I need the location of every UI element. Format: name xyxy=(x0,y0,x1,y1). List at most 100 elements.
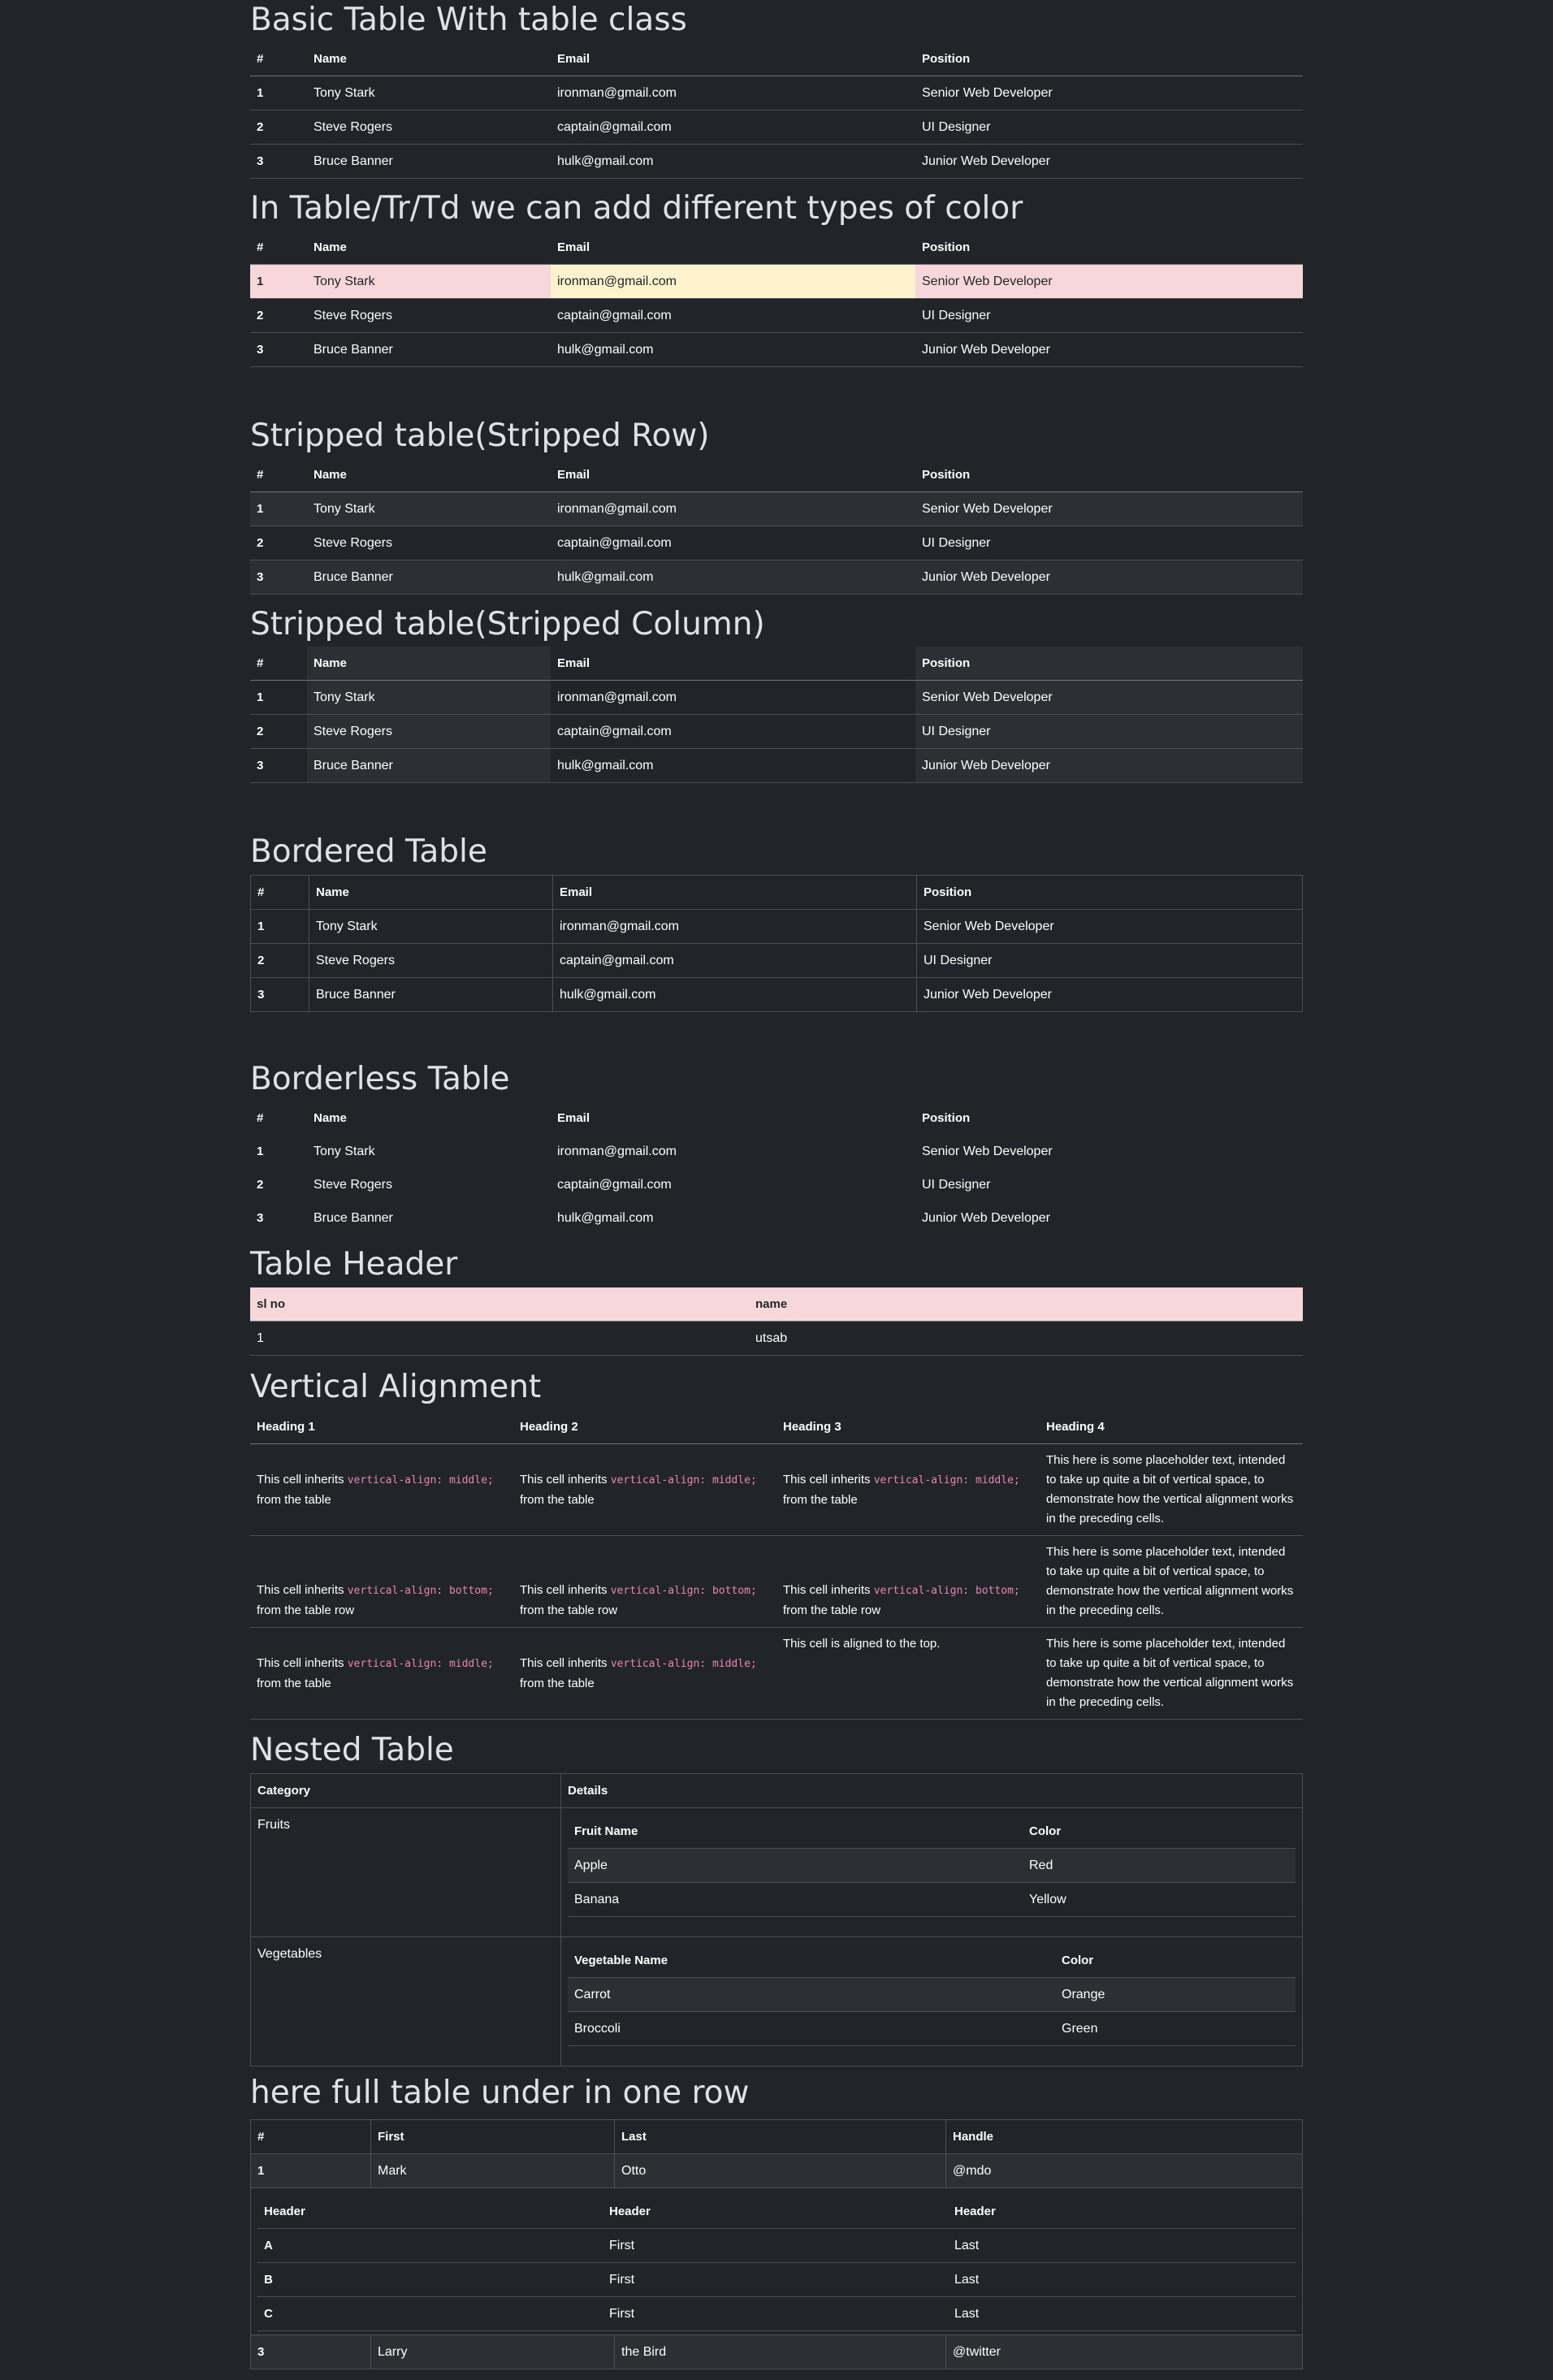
table-row: 1 Tony Stark ironman@gmail.com Senior Web D… xyxy=(250,491,1303,526)
cell-name: Steve Rogers xyxy=(314,536,392,550)
full-inner-table: Header Header Header A First Last B First La… xyxy=(257,2195,1296,2331)
cell-details: Vegetable Name Color Carrot Orange Broccol… xyxy=(560,1936,1303,2066)
col-name: name xyxy=(749,1287,1303,1322)
table-row: 2 Steve Rogers captain@gmail.com UI Designe… xyxy=(250,110,1303,145)
cell-id: 2 xyxy=(257,1178,264,1192)
table-header-row: # Name Email Position xyxy=(250,42,1303,76)
cell-name: Steve Rogers xyxy=(314,120,392,134)
table-row: 1 Tony Stark ironman@gmail.com Senior Web D… xyxy=(250,1135,1303,1168)
table-row: 1 Tony Stark ironman@gmail.com Senior Web D… xyxy=(250,76,1303,110)
cell-position: UI Designer xyxy=(916,943,1303,978)
cell-bottom: This cell inherits vertical-align: botto… xyxy=(257,1583,494,1617)
col-email: Email xyxy=(557,656,590,670)
col-handle: Handle xyxy=(945,2119,1303,2154)
col-position: Position xyxy=(922,468,971,482)
basic-table: # Name Email Position 1 Tony Stark ironman… xyxy=(250,42,1303,179)
col-header: Header xyxy=(609,2205,651,2218)
fruits-inner-table: Fruit Name Color Apple Red Banana Yellow xyxy=(568,1815,1296,1917)
table-row: A First Last xyxy=(257,2229,1296,2263)
color-table-title: In Table/Tr/Td we can add different type… xyxy=(250,190,1023,227)
cell-email: captain@gmail.com xyxy=(557,725,672,738)
cell-sl-no: 1 xyxy=(257,1331,264,1345)
nested-table: Category Details Fruits Fruit Name Color … xyxy=(250,1773,1303,2066)
table-row-nested: Header Header Header A First Last B First La… xyxy=(250,2187,1303,2335)
cell-middle: This cell inherits vertical-align: middl… xyxy=(783,1472,1020,1507)
table-row: 1 Tony Stark ironman@gmail.com Senior Web D… xyxy=(250,680,1303,715)
table-row: 3 Bruce Banner hulk@gmail.com Junior Web De… xyxy=(250,560,1303,595)
cell-email: hulk@gmail.com xyxy=(557,154,654,168)
cell-first: First xyxy=(609,2307,635,2321)
table-row: 2 Steve Rogers captain@gmail.com UI Designe… xyxy=(250,1168,1303,1201)
cell-color: Red xyxy=(1023,1848,1296,1883)
cell-first: First xyxy=(609,2239,635,2252)
col-name: Name xyxy=(314,52,347,66)
col-position: Position xyxy=(916,875,1303,910)
cell-position: Junior Web Developer xyxy=(922,343,1051,357)
striped-row-table: # Name Email Position 1 Tony Stark ironman… xyxy=(250,458,1303,595)
full-table: # First Last Handle 1 Mark Otto @mdo Hea… xyxy=(250,2119,1303,2369)
table-row: Fruits Fruit Name Color Apple Red Banana Ye… xyxy=(250,1807,1303,1937)
cell-color: Yellow xyxy=(1029,1893,1066,1906)
cell-id: 1 xyxy=(257,86,264,100)
col-sl-no: sl no xyxy=(250,1287,749,1322)
cell-email: hulk@gmail.com xyxy=(551,560,915,595)
cell-name: Bruce Banner xyxy=(314,1211,393,1225)
table-row: 3 Bruce Banner hulk@gmail.com Junior Web De… xyxy=(250,145,1303,179)
cell-email: ironman@gmail.com xyxy=(557,1145,677,1158)
borderless-title: Borderless Table xyxy=(250,1061,510,1097)
header-table: sl no name 1 utsab xyxy=(250,1287,1303,1356)
table-row: Broccoli Green xyxy=(568,2012,1296,2046)
striped-col-table: # Name Email Position 1 Tony Stark ironman… xyxy=(250,647,1303,783)
table-header-row: sl no name xyxy=(250,1287,1303,1322)
nested-wrap: Category Details Fruits Fruit Name Color … xyxy=(250,1773,1303,2066)
cell-position: Senior Web Developer xyxy=(916,909,1303,944)
col-header: Header xyxy=(954,2205,996,2218)
cell-name: Steve Rogers xyxy=(314,1178,392,1192)
cell-id: 2 xyxy=(257,725,264,738)
bordered-wrap: # Name Email Position 1 Tony Stark ironman… xyxy=(250,875,1303,1012)
striped-col-title: Stripped table(Stripped Column) xyxy=(250,606,765,643)
cell-id: 2 xyxy=(257,536,264,550)
cell-id: 2 xyxy=(250,943,309,978)
cell-first: First xyxy=(609,2273,635,2287)
cell-email: hulk@gmail.com xyxy=(557,759,654,772)
cell-placeholder: This here is some placeholder text, inte… xyxy=(1046,1545,1294,1617)
cell-position: UI Designer xyxy=(922,536,991,550)
cell-first: Larry xyxy=(370,2335,615,2369)
cell-id: 3 xyxy=(257,154,264,168)
col-last: Last xyxy=(614,2119,946,2154)
table-header-row: # Name Email Position xyxy=(250,875,1303,910)
cell-email: hulk@gmail.com xyxy=(557,1211,654,1225)
cell-category: Vegetables xyxy=(250,1936,561,2066)
cell-color: Green xyxy=(1062,2022,1098,2036)
cell-id: 1 xyxy=(250,909,309,944)
cell-last: Last xyxy=(954,2273,980,2287)
table-header-row: # Name Email Position xyxy=(250,231,1303,265)
cell-name: Bruce Banner xyxy=(307,748,551,783)
table-row: 3 Bruce Banner hulk@gmail.com Junior Web De… xyxy=(250,977,1303,1012)
cell-middle: This cell inherits vertical-align: middl… xyxy=(257,1472,494,1507)
col-num: # xyxy=(250,875,309,910)
col-position: Position xyxy=(922,52,971,66)
col-heading-3: Heading 3 xyxy=(783,1420,841,1434)
cell-first: Mark xyxy=(370,2153,615,2188)
cell-name: Tony Stark xyxy=(314,1145,375,1158)
bordered-title: Bordered Table xyxy=(250,833,487,870)
table-row: This cell inherits vertical-align: botto… xyxy=(250,1536,1303,1628)
cell-name: Steve Rogers xyxy=(307,714,551,749)
cell-last: Last xyxy=(954,2307,980,2321)
col-num: # xyxy=(257,1111,264,1125)
col-name: Name xyxy=(307,647,551,681)
cell-details: Fruit Name Color Apple Red Banana Yellow xyxy=(560,1807,1303,1937)
col-details: Details xyxy=(560,1773,1303,1808)
borderless-table: # Name Email Position 1 Tony Stark ironman… xyxy=(250,1101,1303,1235)
cell-id: 3 xyxy=(257,759,264,772)
color-table-wrap: # Name Email Position 1 Tony Stark ironman… xyxy=(250,231,1303,367)
color-table: # Name Email Position 1 Tony Stark ironman… xyxy=(250,231,1303,367)
col-name: Name xyxy=(314,1111,347,1125)
full-title: here full table under in one row xyxy=(250,2075,750,2111)
cell-fruit: Banana xyxy=(574,1893,620,1906)
col-email: Email xyxy=(552,875,917,910)
cell-id: 2 xyxy=(257,309,264,322)
cell-handle: @twitter xyxy=(945,2335,1303,2369)
